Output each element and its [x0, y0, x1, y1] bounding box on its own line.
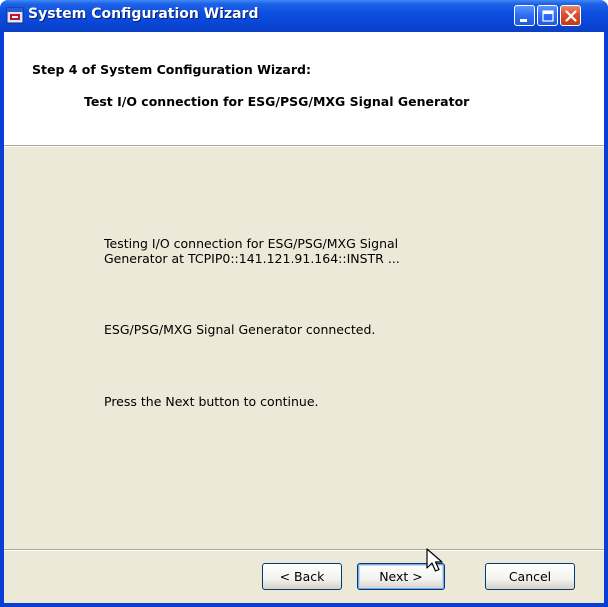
header-divider-highlight [4, 146, 604, 147]
wizard-client-area: Step 4 of System Configuration Wizard: T… [4, 32, 604, 603]
testing-message: Testing I/O connection for ESG/PSG/MXG S… [104, 236, 400, 266]
title-bar[interactable]: System Configuration Wizard [0, 0, 608, 32]
step-title: Step 4 of System Configuration Wizard: [32, 62, 311, 77]
next-button[interactable]: Next > [357, 563, 445, 590]
maximize-icon [542, 10, 554, 22]
close-icon [565, 10, 577, 22]
instruction-message: Press the Next button to continue. [104, 394, 319, 409]
close-button[interactable] [560, 5, 581, 26]
wizard-window: System Configuration Wizard Step 4 of Sy… [0, 0, 608, 607]
back-button[interactable]: < Back [262, 563, 342, 590]
cancel-button[interactable]: Cancel [485, 563, 575, 590]
maximize-button[interactable] [537, 5, 558, 26]
connected-message: ESG/PSG/MXG Signal Generator connected. [104, 322, 376, 337]
wizard-app-icon [6, 7, 24, 24]
step-subtitle: Test I/O connection for ESG/PSG/MXG Sign… [84, 94, 470, 109]
minimize-icon [520, 19, 527, 22]
window-title: System Configuration Wizard [28, 6, 259, 22]
minimize-button[interactable] [514, 5, 535, 26]
wizard-header: Step 4 of System Configuration Wizard: T… [4, 32, 604, 145]
testing-message-line-2: Generator at TCPIP0::141.121.91.164::INS… [104, 251, 400, 266]
footer-divider-highlight [4, 550, 604, 551]
testing-message-line-1: Testing I/O connection for ESG/PSG/MXG S… [104, 236, 399, 251]
